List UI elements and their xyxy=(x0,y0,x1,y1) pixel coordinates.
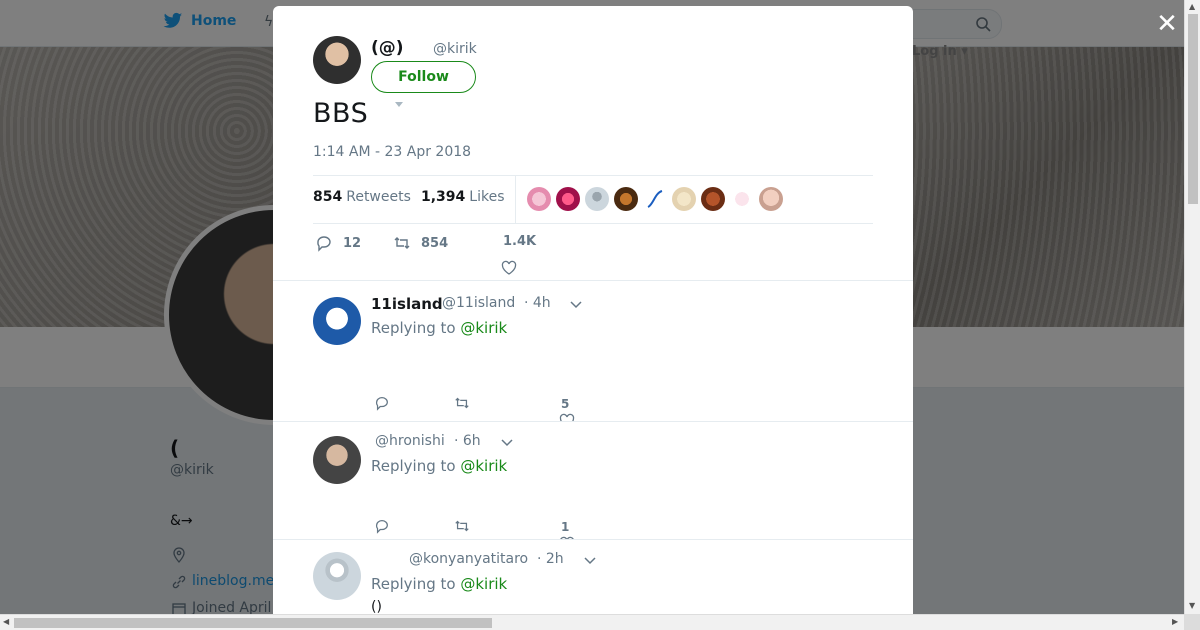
stats-divider xyxy=(515,176,516,223)
liker-avatar[interactable] xyxy=(614,187,638,211)
horizontal-scrollbar[interactable]: ◀ ▶ xyxy=(0,614,1184,630)
reply-like-count: 1 xyxy=(561,520,570,534)
chevron-down-icon[interactable] xyxy=(395,102,403,107)
reply-text: () xyxy=(371,599,382,614)
reply-time[interactable]: · 2h xyxy=(537,551,564,567)
liker-avatar[interactable] xyxy=(556,187,580,211)
replying-prefix: Replying to xyxy=(371,575,456,593)
reply-avatar[interactable] xyxy=(313,297,361,345)
reply-avatar[interactable] xyxy=(313,552,361,600)
login-label: Log in xyxy=(912,44,957,59)
liker-avatar[interactable] xyxy=(527,187,551,211)
retweet-count: 854 xyxy=(421,235,449,251)
retweet-icon xyxy=(394,237,410,249)
replying-prefix: Replying to xyxy=(371,457,456,475)
retweet-icon[interactable] xyxy=(454,395,470,411)
vertical-scrollbar[interactable]: ▲ ▼ xyxy=(1184,0,1200,614)
liker-avatar[interactable] xyxy=(672,187,696,211)
replying-to: Replying to @kirik xyxy=(371,457,507,475)
reply-tweet[interactable]: @hronishi · 6h Replying to @kirik 1 xyxy=(273,421,913,551)
liker-avatar[interactable] xyxy=(643,187,667,211)
follow-button[interactable]: Follow xyxy=(371,61,476,93)
chevron-down-icon[interactable] xyxy=(501,439,513,447)
retweets-stat[interactable]: 854 Retweets xyxy=(313,189,411,205)
liker-avatar[interactable] xyxy=(730,187,754,211)
liker-avatar[interactable] xyxy=(701,187,725,211)
mention-link[interactable]: @kirik xyxy=(460,319,507,337)
scroll-left-arrow-icon[interactable]: ◀ xyxy=(3,617,9,626)
retweet-icon[interactable] xyxy=(454,518,470,534)
reply-time[interactable]: · 4h xyxy=(524,295,551,311)
likes-stat[interactable]: 1,394 Likes xyxy=(421,189,505,205)
retweet-action[interactable]: 854 xyxy=(393,234,448,252)
chevron-down-icon[interactable] xyxy=(570,301,582,309)
reply-avatar[interactable] xyxy=(313,436,361,484)
reply-action[interactable]: 12 xyxy=(315,234,361,252)
scrollbar-thumb[interactable] xyxy=(14,618,492,628)
reply-like-count: 5 xyxy=(561,397,570,411)
retweets-count: 854 xyxy=(313,189,343,205)
reply-tweet[interactable]: @konyanyatitaro · 2h Replying to @kirik … xyxy=(273,539,913,614)
likes-label: Likes xyxy=(469,189,505,205)
retweets-label: Retweets xyxy=(346,189,411,205)
reply-author-handle[interactable]: @hronishi xyxy=(375,433,445,449)
tweet-actions: 12 854 1.4K xyxy=(313,234,873,278)
likes-count: 1,394 xyxy=(421,189,466,205)
replying-prefix: Replying to xyxy=(371,319,456,337)
mention-link[interactable]: @kirik xyxy=(460,457,507,475)
reply-tweet[interactable]: 11island @11island · 4h Replying to @kir… xyxy=(273,280,913,428)
liker-avatar[interactable] xyxy=(585,187,609,211)
scroll-down-arrow-icon[interactable]: ▼ xyxy=(1189,601,1195,610)
chevron-down-icon[interactable] xyxy=(584,557,596,565)
tweet-text: BBS xyxy=(313,98,369,129)
reply-author-handle[interactable]: @konyanyatitaro xyxy=(409,551,528,567)
author-handle[interactable]: @kirik xyxy=(433,41,477,57)
swirl-icon xyxy=(647,190,663,208)
reply-time[interactable]: · 6h xyxy=(454,433,481,449)
author-avatar[interactable] xyxy=(313,36,361,84)
scrollbar-thumb[interactable] xyxy=(1188,14,1198,204)
liker-avatar[interactable] xyxy=(759,187,783,211)
reply-count: 12 xyxy=(343,235,362,251)
like-action[interactable]: 1.4K xyxy=(503,234,536,249)
reply-icon[interactable] xyxy=(374,395,390,411)
like-count: 1.4K xyxy=(503,234,537,249)
scroll-up-arrow-icon[interactable]: ▲ xyxy=(1189,2,1195,11)
reply-icon xyxy=(317,236,331,252)
tweet-stats: 854 Retweets 1,394 Likes xyxy=(313,175,873,224)
replying-to: Replying to @kirik xyxy=(371,319,507,337)
scrollbar-corner xyxy=(1184,614,1200,630)
scroll-right-arrow-icon[interactable]: ▶ xyxy=(1172,617,1178,626)
tweet-modal: (@) @kirik Follow BBS 1:14 AM - 23 Apr 2… xyxy=(273,6,913,614)
login-button[interactable]: Log in ▾ xyxy=(912,44,968,59)
tweet-timestamp[interactable]: 1:14 AM - 23 Apr 2018 xyxy=(313,144,471,160)
close-icon[interactable]: ✕ xyxy=(1155,11,1179,37)
reply-icon[interactable] xyxy=(374,518,390,534)
author-name[interactable]: (@) xyxy=(371,38,404,58)
reply-author-name[interactable]: 11island xyxy=(371,295,443,313)
heart-icon[interactable] xyxy=(501,260,517,276)
reply-author-handle[interactable]: @11island xyxy=(442,295,515,311)
mention-link[interactable]: @kirik xyxy=(460,575,507,593)
replying-to: Replying to @kirik xyxy=(371,575,507,593)
